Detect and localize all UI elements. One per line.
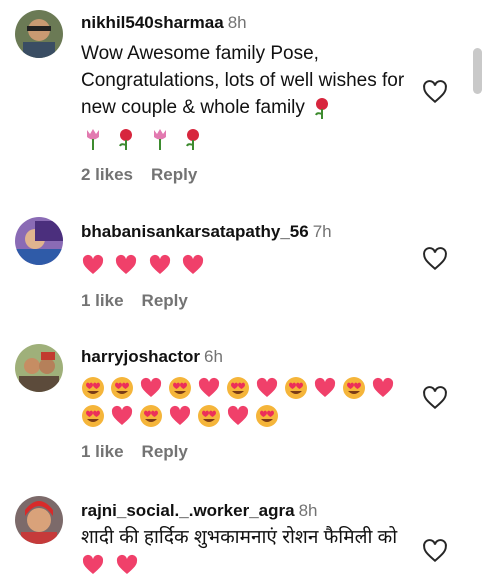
comment-text: Wow Awesome family Pose, Congratulations… [81, 43, 405, 120]
heart-emoji [313, 376, 337, 400]
heart-emoji [255, 376, 279, 400]
heart-emoji [81, 553, 105, 577]
heart-emoji [81, 253, 105, 277]
username[interactable]: nikhil540sharmaa [81, 13, 224, 32]
heart-emoji [181, 253, 205, 277]
comment-meta: 1 like Reply [81, 442, 424, 462]
heart-emoji [226, 404, 250, 428]
heart-eyes-emoji [284, 376, 308, 400]
heart-eyes-emoji [342, 376, 366, 400]
like-heart-icon[interactable] [422, 246, 448, 272]
heart-eyes-emoji [81, 376, 105, 400]
emoji-line [81, 374, 424, 402]
avatar[interactable] [15, 496, 63, 544]
reply-button[interactable]: Reply [142, 442, 188, 461]
heart-eyes-emoji [139, 404, 163, 428]
tulip-emoji [148, 127, 172, 151]
likes-count[interactable]: 1 like [81, 291, 124, 310]
heart-emoji [110, 404, 134, 428]
rose-emoji [181, 127, 205, 151]
reply-button[interactable]: Reply [142, 291, 188, 310]
tulip-emoji [81, 127, 105, 151]
avatar[interactable] [15, 217, 63, 265]
heart-eyes-emoji [226, 376, 250, 400]
heart-eyes-emoji [81, 404, 105, 428]
comment-meta: 2 likes Reply [81, 165, 424, 185]
heart-eyes-emoji [110, 376, 134, 400]
timestamp: 7h [312, 222, 332, 241]
like-heart-icon[interactable] [422, 385, 448, 411]
comment-meta: 1 like Reply [81, 291, 424, 311]
comment-text: शादी की हार्दिक शुभकामनाएं रोशन फैमिली क… [81, 524, 401, 578]
heart-emoji [139, 376, 163, 400]
username[interactable]: bhabanisankarsatapathy_56 [81, 222, 309, 241]
rose-emoji [114, 127, 138, 151]
likes-count[interactable]: 1 like [81, 442, 124, 461]
scrollbar-thumb[interactable] [473, 48, 482, 94]
emoji-line [81, 402, 424, 430]
heart-eyes-emoji [255, 404, 279, 428]
likes-count[interactable]: 2 likes [81, 165, 133, 184]
avatar[interactable] [15, 344, 63, 392]
like-heart-icon[interactable] [422, 538, 448, 564]
heart-emoji [197, 376, 221, 400]
timestamp: 8h [227, 13, 247, 32]
scrollbar[interactable] [470, 0, 484, 569]
username[interactable]: rajni_social._.worker_agra [81, 501, 295, 520]
emoji-line [81, 125, 424, 153]
heart-eyes-emoji [168, 376, 192, 400]
heart-emoji [115, 553, 139, 577]
timestamp: 6h [204, 347, 223, 366]
timestamp: 8h [298, 501, 318, 520]
heart-emoji [168, 404, 192, 428]
heart-emoji [148, 253, 172, 277]
heart-emoji [371, 376, 395, 400]
rose-emoji [310, 96, 334, 120]
heart-eyes-emoji [197, 404, 221, 428]
avatar[interactable] [15, 10, 63, 58]
heart-emoji [114, 253, 138, 277]
like-heart-icon[interactable] [422, 79, 448, 105]
reply-button[interactable]: Reply [151, 165, 197, 184]
emoji-line [81, 251, 424, 279]
username[interactable]: harryjoshactor [81, 347, 200, 366]
